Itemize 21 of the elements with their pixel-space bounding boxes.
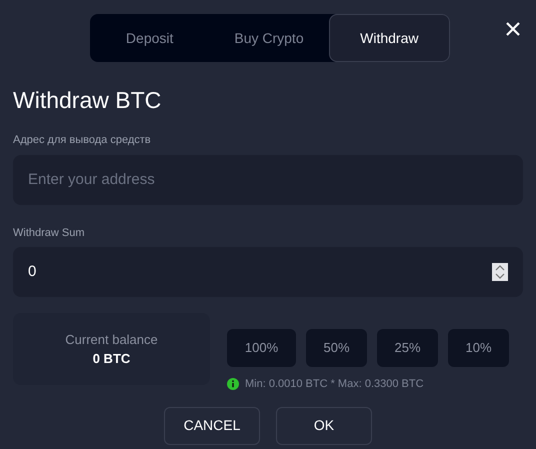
balance-value: 0 BTC xyxy=(92,350,130,368)
percent-button[interactable]: 50% xyxy=(306,329,367,367)
balance-label: Current balance xyxy=(65,330,158,348)
close-icon xyxy=(506,22,520,36)
cancel-button[interactable]: CANCEL xyxy=(164,406,260,444)
ok-button[interactable]: OK xyxy=(276,406,372,444)
sum-field[interactable]: 0 xyxy=(13,247,523,297)
field-label: Withdraw Sum xyxy=(13,226,86,240)
sum-input[interactable]: 0 xyxy=(28,260,492,284)
info-icon xyxy=(227,378,239,390)
tab[interactable]: Buy Crypto xyxy=(209,14,329,62)
address-field[interactable]: Enter your address xyxy=(13,154,523,204)
percent-button[interactable]: 25% xyxy=(377,329,438,367)
percent-button[interactable]: 100% xyxy=(227,329,296,367)
limits-text: Min: 0.0010 BTC * Max: 0.3300 BTC xyxy=(245,377,424,392)
percent-button[interactable]: 10% xyxy=(448,329,509,367)
spinner-icon[interactable] xyxy=(492,263,508,281)
field-label: Адрес для вывода средств xyxy=(13,133,152,148)
tab[interactable]: Deposit xyxy=(90,14,210,62)
dialog-title: Withdraw BTC xyxy=(13,86,162,114)
tab[interactable]: Withdraw xyxy=(328,14,450,62)
